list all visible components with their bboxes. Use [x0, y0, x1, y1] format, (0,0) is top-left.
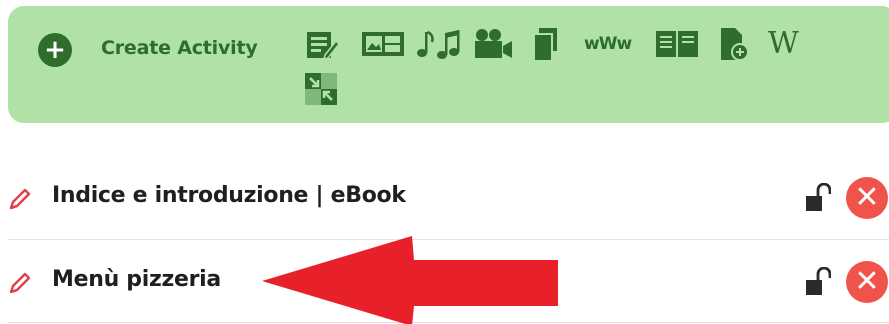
create-activity-label[interactable]: Create Activity — [101, 37, 258, 59]
web-link-icon[interactable]: wWw — [584, 34, 632, 54]
resource-row[interactable]: Indice e introduzione | eBook ✕ — [0, 158, 889, 238]
image-gallery-icon[interactable] — [361, 30, 405, 58]
music-icon[interactable] — [414, 26, 460, 62]
pencil-icon[interactable] — [8, 187, 32, 211]
delete-button[interactable]: ✕ — [846, 177, 888, 219]
resource-title[interactable]: Indice e introduzione | eBook — [52, 183, 406, 208]
create-activity-button[interactable]: + — [38, 33, 72, 67]
video-camera-icon[interactable] — [472, 26, 514, 62]
documents-icon[interactable] — [531, 27, 565, 63]
delete-button[interactable]: ✕ — [846, 261, 888, 303]
unlock-icon[interactable] — [805, 267, 831, 297]
unlock-icon[interactable] — [805, 183, 831, 213]
file-add-icon[interactable] — [718, 26, 750, 62]
pencil-icon[interactable] — [8, 271, 32, 295]
notes-icon[interactable] — [305, 29, 339, 61]
wikipedia-icon[interactable]: W — [768, 28, 799, 60]
resource-title[interactable]: Menù pizzeria — [52, 267, 221, 292]
embed-icon[interactable] — [304, 72, 338, 106]
course-editor: + Create Activity wWw W Indice e introdu… — [0, 0, 889, 324]
annotation-arrow — [262, 236, 558, 324]
ebook-icon[interactable] — [655, 29, 699, 59]
create-activity-toolbar: + Create Activity wWw W — [8, 6, 889, 123]
